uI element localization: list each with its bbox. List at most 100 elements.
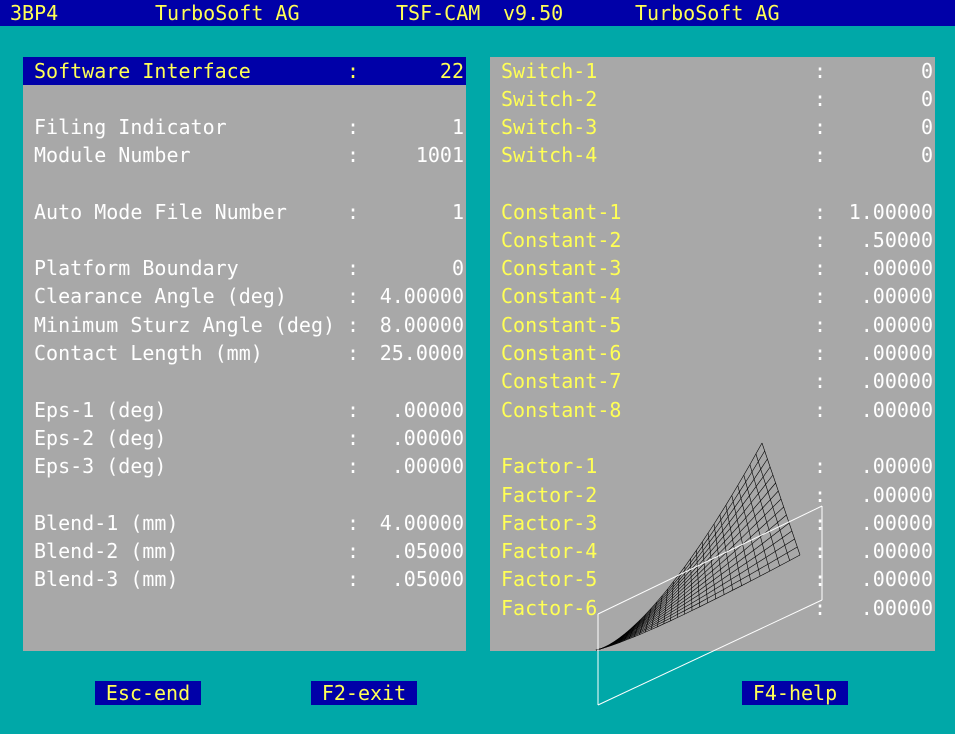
field-separator: : [347,311,359,339]
field-value[interactable]: .00000 [861,254,933,282]
field-value[interactable]: .00000 [861,396,933,424]
field-separator: : [347,141,359,169]
field-eps-3[interactable]: Eps-3 (deg) : .00000 [23,452,466,480]
field-value[interactable]: .00000 [861,594,933,622]
field-value[interactable]: 0 [921,57,933,85]
field-switch-1[interactable]: Switch-1 : 0 [490,57,935,85]
wire-curve [708,533,716,599]
field-value[interactable]: .00000 [392,452,464,480]
field-separator: : [347,565,359,593]
field-constant-7[interactable]: Constant-7 : .00000 [490,367,935,395]
field-value[interactable]: .00000 [861,311,933,339]
field-value[interactable]: 1.00000 [849,198,933,226]
field-blend-1[interactable]: Blend-1 (mm) : 4.00000 [23,509,466,537]
field-constant-8[interactable]: Constant-8 : .00000 [490,396,935,424]
field-separator: : [814,141,826,169]
field-value[interactable]: .00000 [861,339,933,367]
field-value[interactable]: .50000 [861,226,933,254]
field-value[interactable]: 1001 [416,141,464,169]
field-constant-6[interactable]: Constant-6 : .00000 [490,339,935,367]
field-label: Constant-2 [501,226,621,254]
field-label: Clearance Angle (deg) [34,282,287,310]
field-separator: : [814,85,826,113]
field-value[interactable]: .05000 [392,537,464,565]
field-constant-1[interactable]: Constant-1 : 1.00000 [490,198,935,226]
field-value[interactable]: .00000 [861,452,933,480]
field-clearance-angle[interactable]: Clearance Angle (deg) : 4.00000 [23,282,466,310]
field-label: Filing Indicator [34,113,227,141]
field-constant-3[interactable]: Constant-3 : .00000 [490,254,935,282]
field-label: Factor-2 [501,481,597,509]
wire-curve [696,550,699,607]
field-filing-indicator[interactable]: Filing Indicator : 1 [23,113,466,141]
field-value[interactable]: .00000 [861,565,933,593]
field-value[interactable]: .00000 [861,367,933,395]
field-value[interactable]: .00000 [392,396,464,424]
field-constant-5[interactable]: Constant-5 : .00000 [490,311,935,339]
field-separator: : [814,198,826,226]
field-label: Constant-6 [501,339,621,367]
field-value[interactable]: .00000 [861,481,933,509]
field-value[interactable]: .00000 [861,509,933,537]
field-label: Factor-6 [501,594,597,622]
field-separator: : [814,254,826,282]
field-eps-1[interactable]: Eps-1 (deg) : .00000 [23,396,466,424]
company-name: TurboSoft AG [155,0,300,26]
field-switch-3[interactable]: Switch-3 : 0 [490,113,935,141]
field-value[interactable]: .00000 [861,537,933,565]
field-separator: : [347,537,359,565]
wire-curve [732,495,751,581]
field-label: Factor-4 [501,537,597,565]
field-minimum-sturz-angle[interactable]: Minimum Sturz Angle (deg) : 8.00000 [23,311,466,339]
field-label: Constant-1 [501,198,621,226]
field-switch-2[interactable]: Switch-2 : 0 [490,85,935,113]
field-value[interactable]: 1 [452,198,464,226]
field-contact-length[interactable]: Contact Length (mm) : 25.0000 [23,339,466,367]
wire-curve [596,499,781,650]
field-module-number[interactable]: Module Number : 1001 [23,141,466,169]
field-label: Factor-3 [501,509,597,537]
field-blend-2[interactable]: Blend-2 (mm) : .05000 [23,537,466,565]
field-value[interactable]: .00000 [392,424,464,452]
field-separator: : [347,396,359,424]
field-software-interface[interactable]: Software Interface : 22 [23,57,466,85]
field-value[interactable]: 4.00000 [380,282,464,310]
field-separator: : [814,367,826,395]
field-value[interactable]: 8.00000 [380,311,464,339]
field-value[interactable]: .00000 [861,282,933,310]
field-value[interactable]: 1 [452,113,464,141]
f4-help-button[interactable]: F4-help [742,681,848,705]
field-value[interactable]: 0 [921,85,933,113]
field-value[interactable]: 25.0000 [380,339,464,367]
field-separator: : [347,452,359,480]
field-blend-3[interactable]: Blend-3 (mm) : .05000 [23,565,466,593]
field-separator: : [347,198,359,226]
field-separator: : [814,57,826,85]
field-value[interactable]: 22 [440,57,464,85]
field-switch-4[interactable]: Switch-4 : 0 [490,141,935,169]
field-auto-mode-file-number[interactable]: Auto Mode File Number : 1 [23,198,466,226]
field-separator: : [347,339,359,367]
field-constant-4[interactable]: Constant-4 : .00000 [490,282,935,310]
frame-line [598,506,822,614]
field-value[interactable]: 0 [921,113,933,141]
field-platform-boundary[interactable]: Platform Boundary : 0 [23,254,466,282]
esc-end-button[interactable]: Esc-end [95,681,201,705]
field-label: Auto Mode File Number [34,198,287,226]
field-label: Software Interface [34,57,251,85]
field-label: Constant-4 [501,282,621,310]
field-label: Blend-2 (mm) [34,537,179,565]
field-label: Minimum Sturz Angle (deg) [34,311,335,339]
company-name-2: TurboSoft AG [635,0,780,26]
field-label: Switch-2 [501,85,597,113]
field-eps-2[interactable]: Eps-2 (deg) : .00000 [23,424,466,452]
field-value[interactable]: 4.00000 [380,509,464,537]
field-value[interactable]: .05000 [392,565,464,593]
field-value[interactable]: 0 [921,141,933,169]
field-label: Contact Length (mm) [34,339,263,367]
f2-exit-button[interactable]: F2-exit [311,681,417,705]
field-label: Module Number [34,141,191,169]
wire-curve [596,451,765,650]
field-constant-2[interactable]: Constant-2 : .50000 [490,226,935,254]
field-value[interactable]: 0 [452,254,464,282]
